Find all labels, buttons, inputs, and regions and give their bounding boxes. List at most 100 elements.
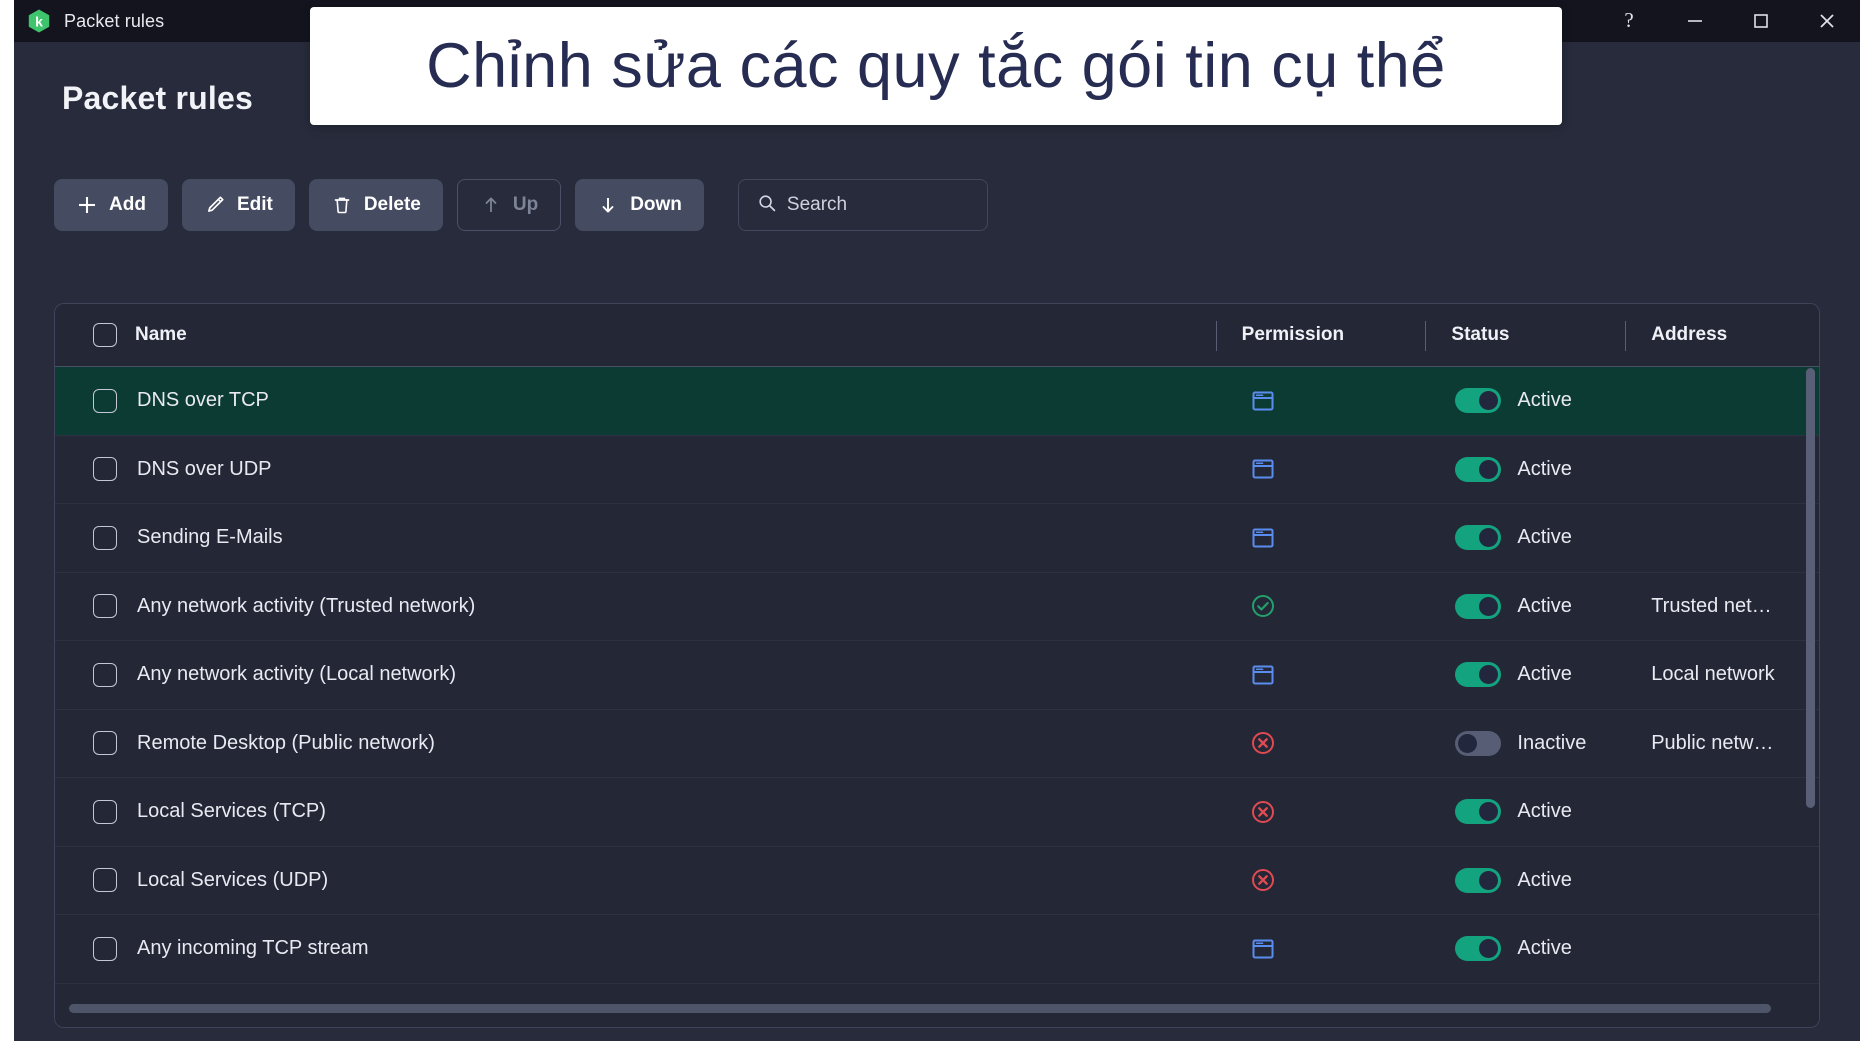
status-toggle[interactable] bbox=[1455, 799, 1502, 825]
rule-name-label: Sending E-Mails bbox=[137, 526, 283, 549]
cell-status: Active bbox=[1425, 367, 1625, 435]
status-toggle[interactable] bbox=[1455, 662, 1502, 688]
cell-permission[interactable] bbox=[1216, 710, 1426, 778]
cell-permission[interactable] bbox=[1216, 504, 1426, 572]
row-checkbox[interactable] bbox=[93, 388, 117, 413]
arrow-down-icon bbox=[597, 194, 619, 216]
maximize-button[interactable] bbox=[1728, 0, 1794, 42]
arrow-up-icon bbox=[480, 194, 502, 216]
column-header-address[interactable]: Address bbox=[1625, 304, 1819, 367]
row-checkbox[interactable] bbox=[93, 457, 117, 482]
edit-button[interactable]: Edit bbox=[181, 179, 295, 231]
row-checkbox[interactable] bbox=[93, 525, 117, 550]
rule-name-label: Any network activity (Trusted network) bbox=[137, 594, 476, 617]
status-toggle[interactable] bbox=[1455, 388, 1502, 414]
vertical-scrollbar-thumb[interactable] bbox=[1806, 368, 1815, 808]
cell-name: Local Services (TCP) bbox=[55, 778, 1216, 846]
move-up-button[interactable]: Up bbox=[456, 179, 562, 231]
table-body: DNS over TCP Active DNS over UDP Active Send… bbox=[55, 367, 1819, 1027]
table-row[interactable]: Any incoming TCP stream Active bbox=[55, 915, 1819, 984]
table-row[interactable]: Any network activity (Trusted network) Ac… bbox=[55, 572, 1819, 641]
block-circle-icon bbox=[1250, 799, 1276, 825]
horizontal-scrollbar-thumb[interactable] bbox=[69, 1004, 1771, 1013]
svg-text:?: ? bbox=[1624, 10, 1633, 32]
minimize-button[interactable] bbox=[1662, 0, 1728, 42]
move-down-button[interactable]: Down bbox=[575, 179, 704, 231]
status-toggle-knob bbox=[1479, 665, 1499, 685]
rule-name-label: DNS over UDP bbox=[137, 457, 272, 480]
table-row[interactable]: Sending E-Mails Active bbox=[55, 504, 1819, 573]
cell-address: Public netw… bbox=[1625, 710, 1819, 778]
cell-permission[interactable] bbox=[1216, 847, 1426, 915]
move-up-button-label: Up bbox=[512, 194, 539, 215]
status-toggle[interactable] bbox=[1455, 730, 1502, 756]
table-row[interactable]: Remote Desktop (Public network) Inactive P… bbox=[55, 709, 1819, 778]
search-box[interactable] bbox=[737, 179, 988, 231]
column-header-status[interactable]: Status bbox=[1425, 304, 1625, 367]
table-row[interactable]: Any network activity (Local network) Acti… bbox=[55, 641, 1819, 710]
status-toggle-knob bbox=[1479, 939, 1499, 959]
column-divider bbox=[1625, 320, 1627, 351]
cell-permission[interactable] bbox=[1216, 367, 1426, 435]
cell-permission[interactable] bbox=[1216, 436, 1426, 504]
status-toggle-knob bbox=[1479, 459, 1499, 479]
rule-name-label: Local Services (UDP) bbox=[137, 868, 329, 891]
row-checkbox[interactable] bbox=[93, 799, 117, 824]
table-row[interactable]: Local Services (TCP) Active bbox=[55, 778, 1819, 847]
row-checkbox[interactable] bbox=[93, 731, 117, 756]
cell-name: Any network activity (Trusted network) bbox=[55, 573, 1216, 641]
column-divider bbox=[1425, 320, 1427, 351]
window-prompt-icon bbox=[1250, 525, 1276, 551]
row-checkbox[interactable] bbox=[93, 868, 117, 893]
minimize-icon bbox=[1688, 20, 1702, 22]
status-label: Active bbox=[1517, 937, 1572, 960]
status-toggle-knob bbox=[1479, 528, 1499, 548]
cell-address: Trusted net… bbox=[1625, 573, 1819, 641]
delete-button[interactable]: Delete bbox=[308, 179, 443, 231]
status-toggle[interactable] bbox=[1455, 456, 1502, 482]
help-button[interactable]: ? bbox=[1596, 0, 1662, 42]
cell-name: DNS over TCP bbox=[55, 367, 1216, 435]
cell-name: DNS over UDP bbox=[55, 436, 1216, 504]
column-header-status-label: Status bbox=[1451, 324, 1510, 345]
status-toggle-knob bbox=[1479, 391, 1499, 411]
horizontal-scrollbar[interactable] bbox=[69, 1004, 1807, 1013]
content-area: Packet rules Add Edit Delete Up Down Sea… bbox=[14, 42, 1860, 1041]
cell-permission[interactable] bbox=[1216, 641, 1426, 709]
block-circle-icon bbox=[1250, 730, 1276, 756]
table-row[interactable]: DNS over TCP Active bbox=[55, 367, 1819, 436]
cell-permission[interactable] bbox=[1216, 573, 1426, 641]
row-checkbox[interactable] bbox=[93, 936, 117, 961]
row-checkbox[interactable] bbox=[93, 662, 117, 687]
cell-status: Active bbox=[1425, 778, 1625, 846]
table-header-row: Name Permission Status Address bbox=[55, 304, 1819, 367]
column-header-name[interactable]: Name bbox=[55, 304, 1216, 367]
window-prompt-icon bbox=[1250, 662, 1276, 688]
cell-status: Inactive bbox=[1425, 710, 1625, 778]
search-input[interactable] bbox=[786, 194, 969, 216]
column-header-permission[interactable]: Permission bbox=[1215, 304, 1426, 367]
table-row[interactable]: DNS over UDP Active bbox=[55, 435, 1819, 504]
cell-permission[interactable] bbox=[1216, 915, 1426, 983]
status-toggle[interactable] bbox=[1455, 936, 1502, 962]
cell-permission[interactable] bbox=[1216, 778, 1426, 846]
status-toggle[interactable] bbox=[1455, 867, 1502, 893]
close-button[interactable] bbox=[1794, 0, 1860, 42]
status-toggle[interactable] bbox=[1455, 525, 1502, 551]
cell-status: Active bbox=[1425, 573, 1625, 641]
table-row[interactable]: Local Services (UDP) Active bbox=[55, 846, 1819, 915]
address-label: Public netw… bbox=[1651, 731, 1774, 754]
packet-rules-table: Name Permission Status Address DNS over … bbox=[54, 303, 1820, 1028]
status-toggle-knob bbox=[1479, 802, 1499, 822]
maximize-icon bbox=[1754, 14, 1768, 28]
select-all-checkbox[interactable] bbox=[93, 323, 117, 347]
status-label: Active bbox=[1517, 389, 1572, 412]
vertical-scrollbar[interactable] bbox=[1806, 368, 1815, 964]
rule-name-label: Remote Desktop (Public network) bbox=[137, 731, 435, 754]
status-toggle[interactable] bbox=[1455, 593, 1502, 619]
close-icon bbox=[1820, 14, 1834, 28]
address-label: Trusted net… bbox=[1651, 594, 1772, 617]
delete-button-label: Delete bbox=[363, 194, 421, 215]
row-checkbox[interactable] bbox=[93, 594, 117, 619]
add-button[interactable]: Add bbox=[54, 179, 168, 231]
